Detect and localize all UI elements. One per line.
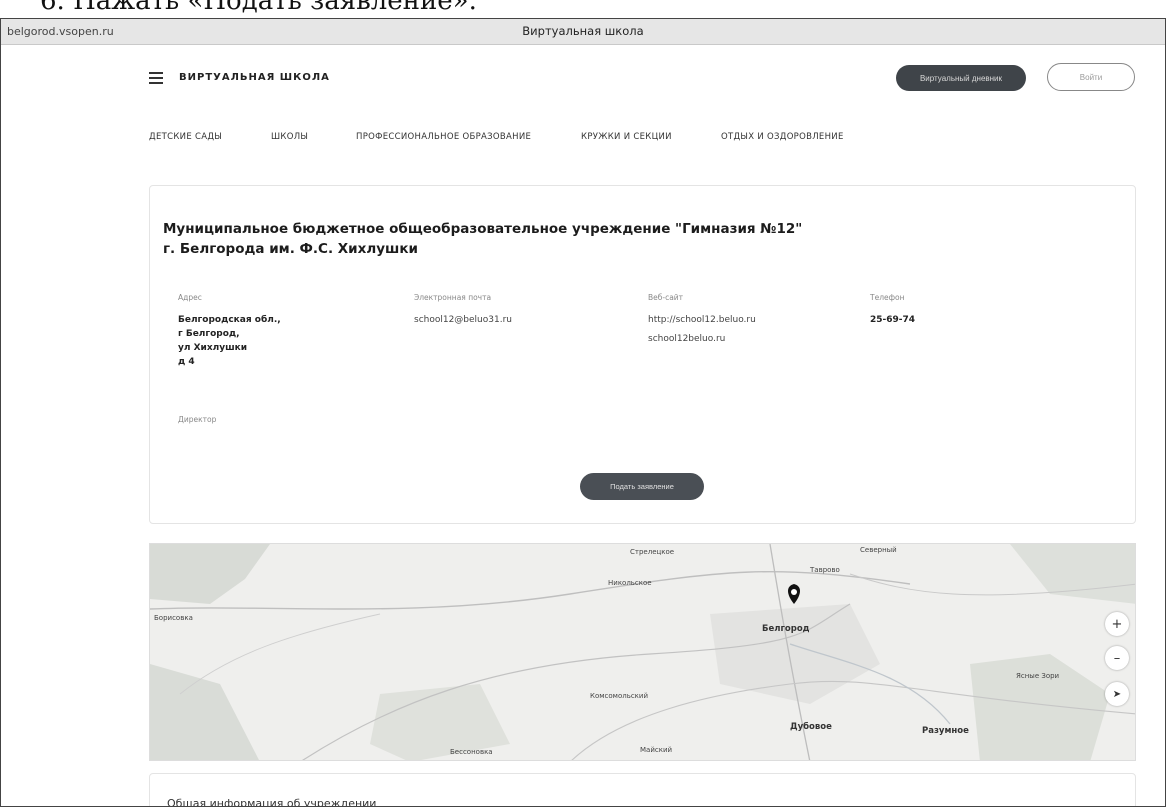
- map-background: [150, 544, 1135, 760]
- address-line: д 4: [178, 357, 195, 367]
- website-link[interactable]: http://school12.beluo.ru: [648, 313, 756, 327]
- map-label: Стрелецкое: [630, 548, 675, 556]
- submit-application-button[interactable]: Подать заявление: [580, 473, 704, 500]
- geolocate-icon[interactable]: ➤: [1105, 682, 1129, 706]
- map-label: Майский: [640, 746, 673, 754]
- window-title: Виртуальная школа: [522, 24, 644, 38]
- email-label: Электронная почта: [414, 293, 492, 302]
- map-label: Никольское: [608, 579, 652, 587]
- address-line: г Белгород,: [178, 329, 240, 339]
- map-label: Бессоновка: [450, 748, 493, 756]
- location-map[interactable]: Стрелецкое Борисовка Белгород Дубовое Ра…: [149, 543, 1136, 761]
- general-info-card: Общая информация об учреждении: [149, 773, 1136, 807]
- map-label: Комсомольский: [590, 692, 649, 700]
- menu-icon[interactable]: [149, 72, 163, 84]
- document-step-text: 6. Нажать «Подать заявление».: [40, 0, 477, 16]
- phone-label: Телефон: [870, 293, 905, 302]
- address-line: ул Хихлушки: [178, 343, 248, 353]
- nav-schools[interactable]: ШКОЛЫ: [271, 132, 308, 142]
- map-label: Разумное: [922, 726, 969, 736]
- map-label: Ясные Зори: [1016, 672, 1060, 680]
- browser-titlebar: belgorod.vsopen.ru Виртуальная школа: [1, 19, 1165, 45]
- browser-screenshot: belgorod.vsopen.ru Виртуальная школа ВИР…: [0, 18, 1166, 807]
- zoom-in-button[interactable]: +: [1105, 612, 1129, 636]
- login-button[interactable]: Войти: [1047, 63, 1135, 91]
- director-label: Директор: [178, 415, 217, 424]
- address-line: Белгородская обл.,: [178, 315, 281, 325]
- school-title: Муниципальное бюджетное общеобразователь…: [163, 221, 803, 257]
- nav-clubs[interactable]: КРУЖКИ И СЕКЦИИ: [581, 132, 672, 142]
- map-label: Борисовка: [154, 614, 193, 622]
- address-label: Адрес: [178, 293, 202, 302]
- general-info-title: Общая информация об учреждении: [167, 797, 377, 807]
- map-label: Таврово: [810, 566, 840, 574]
- map-label: Северный: [860, 546, 897, 554]
- zoom-out-button[interactable]: –: [1105, 646, 1129, 670]
- nav-kindergartens[interactable]: ДЕТСКИЕ САДЫ: [149, 132, 222, 142]
- site-brand[interactable]: ВИРТУАЛЬНАЯ ШКОЛА: [179, 72, 330, 83]
- website-link-alt[interactable]: school12beluo.ru: [648, 332, 725, 346]
- site-header: ВИРТУАЛЬНАЯ ШКОЛА Виртуальный дневник Во…: [1, 45, 1165, 107]
- nav-recreation[interactable]: ОТДЫХ И ОЗДОРОВЛЕНИЕ: [721, 132, 844, 142]
- nav-professional-education[interactable]: ПРОФЕССИОНАЛЬНОЕ ОБРАЗОВАНИЕ: [356, 132, 531, 142]
- school-card: Муниципальное бюджетное общеобразователь…: [149, 185, 1136, 524]
- phone-value: 25-69-74: [870, 315, 916, 325]
- website-label: Веб-сайт: [648, 293, 684, 302]
- category-nav: ДЕТСКИЕ САДЫ ШКОЛЫ ПРОФЕССИОНАЛЬНОЕ ОБРА…: [1, 132, 1165, 152]
- map-label: Дубовое: [790, 722, 832, 732]
- virtual-diary-button[interactable]: Виртуальный дневник: [896, 65, 1026, 91]
- email-link[interactable]: school12@beluo31.ru: [414, 313, 512, 327]
- map-label: Белгород: [762, 624, 810, 634]
